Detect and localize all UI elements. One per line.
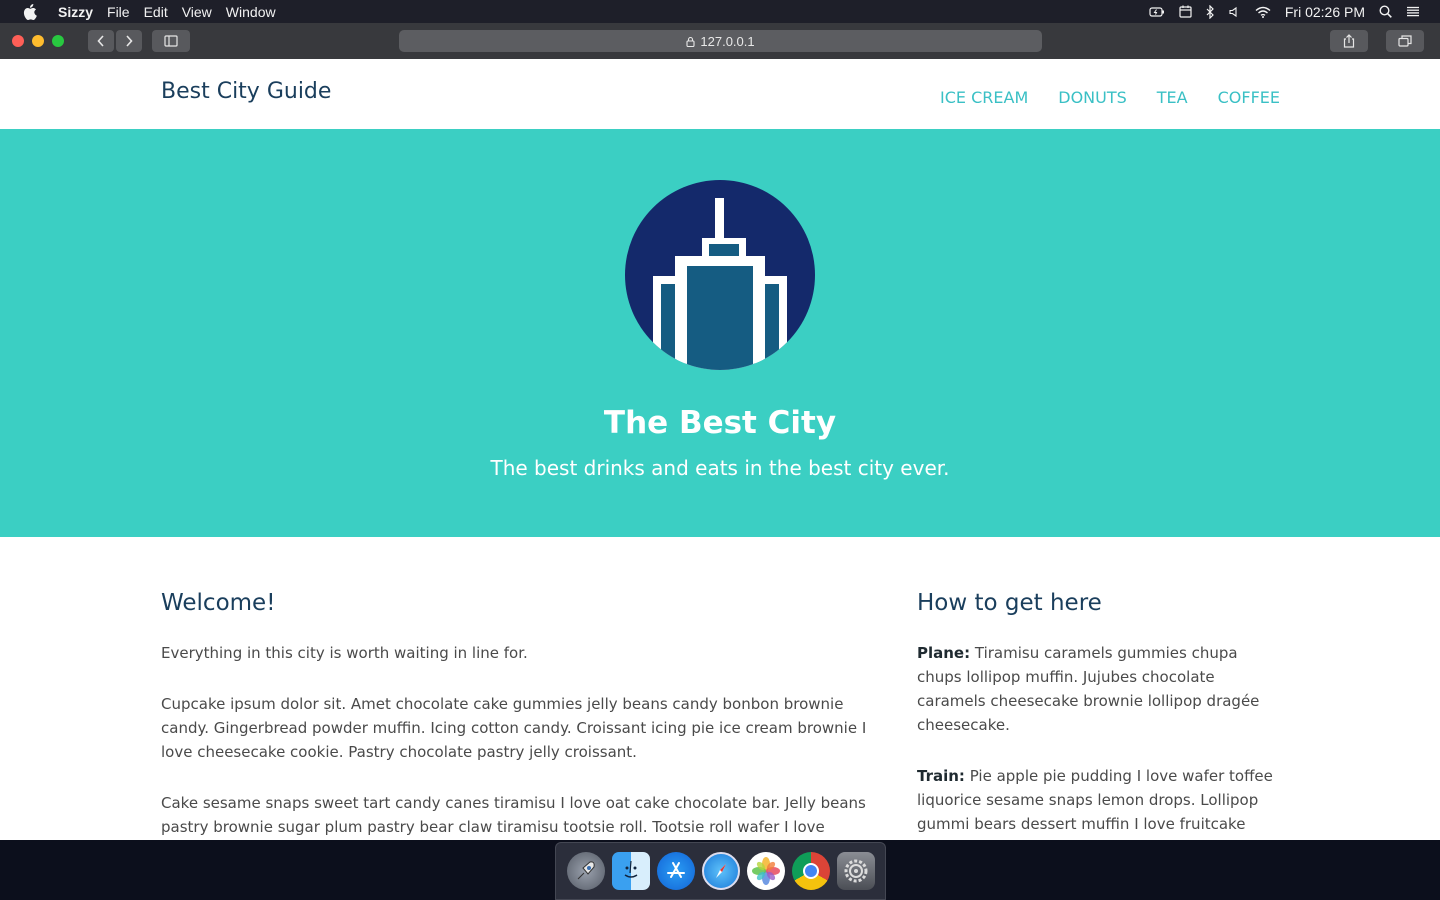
directions-section: How to get here Plane: Tiramisu caramels… — [917, 589, 1282, 840]
hero-subtitle: The best drinks and eats in the best cit… — [490, 456, 950, 480]
sidebar-icon — [164, 35, 178, 47]
directions-item-plane: Plane: Tiramisu caramels gummies chupa c… — [917, 641, 1282, 737]
welcome-paragraph-1: Everything in this city is worth waiting… — [161, 644, 528, 662]
nav-link-ice-cream[interactable]: ICE CREAM — [940, 88, 1028, 107]
directions-label-train: Train: — [917, 767, 965, 785]
welcome-heading: Welcome! — [161, 590, 276, 616]
directions-text-train: Pie apple pie pudding I love wafer toffe… — [917, 767, 1273, 840]
address-bar[interactable]: 127.0.0.1 — [399, 30, 1042, 52]
chrome-icon[interactable] — [791, 852, 830, 890]
directions-heading: How to get here — [917, 590, 1102, 616]
finder-icon[interactable] — [611, 852, 650, 890]
menu-window[interactable]: Window — [226, 4, 276, 20]
app-store-icon[interactable] — [656, 852, 695, 890]
macos-menu-bar: Sizzy File Edit View Window Fri 02:26 PM — [0, 0, 1440, 23]
menu-file[interactable]: File — [107, 4, 130, 20]
welcome-paragraph-2: Cupcake ipsum dolor sit. Amet chocolate … — [161, 695, 867, 761]
safari-icon[interactable] — [701, 852, 740, 890]
close-window-button[interactable] — [12, 35, 24, 47]
sidebar-toggle-button[interactable] — [152, 30, 190, 52]
launchpad-icon[interactable] — [566, 852, 605, 890]
menu-view[interactable]: View — [182, 4, 212, 20]
system-preferences-icon[interactable] — [836, 852, 875, 890]
volume-icon[interactable] — [1229, 6, 1241, 18]
city-skyscraper-icon — [625, 180, 815, 370]
directions-item-train: Train: Pie apple pie pudding I love wafe… — [917, 764, 1282, 840]
directions-label-plane: Plane: — [917, 644, 971, 662]
zoom-window-button[interactable] — [52, 35, 64, 47]
nav-link-coffee[interactable]: COFFEE — [1218, 88, 1280, 107]
site-brand[interactable]: Best City Guide — [161, 79, 331, 104]
lock-icon — [686, 36, 695, 47]
calendar-icon[interactable] — [1179, 5, 1192, 18]
wifi-icon[interactable] — [1255, 6, 1271, 18]
nav-link-donuts[interactable]: DONUTS — [1058, 88, 1127, 107]
nav-link-tea[interactable]: TEA — [1157, 88, 1188, 107]
battery-icon[interactable] — [1149, 6, 1165, 18]
menu-edit[interactable]: Edit — [144, 4, 168, 20]
spotlight-search-icon[interactable] — [1379, 5, 1392, 18]
back-button[interactable] — [88, 30, 114, 52]
web-page: Best City Guide ICE CREAM DONUTS TEA COF… — [0, 59, 1440, 840]
welcome-paragraph-3: Cake sesame snaps sweet tart candy canes… — [161, 794, 866, 836]
chevron-left-icon — [97, 35, 104, 47]
forward-button[interactable] — [116, 30, 142, 52]
tabs-overview-button[interactable] — [1386, 30, 1424, 52]
notification-center-icon[interactable] — [1406, 6, 1420, 17]
menu-app-name[interactable]: Sizzy — [58, 4, 93, 20]
share-button[interactable] — [1330, 30, 1368, 52]
minimize-window-button[interactable] — [32, 35, 44, 47]
macos-dock — [555, 842, 886, 900]
site-header: Best City Guide ICE CREAM DONUTS TEA COF… — [0, 59, 1440, 129]
chevron-right-icon — [126, 35, 133, 47]
share-icon — [1343, 34, 1355, 48]
url-text: 127.0.0.1 — [700, 33, 755, 49]
menu-clock[interactable]: Fri 02:26 PM — [1285, 4, 1365, 20]
apple-menu-icon[interactable] — [20, 0, 40, 23]
hero-title: The Best City — [603, 405, 837, 441]
hero-banner: The Best City The best drinks and eats i… — [0, 129, 1440, 537]
photos-icon[interactable] — [746, 852, 785, 890]
tabs-icon — [1398, 35, 1412, 47]
bluetooth-icon[interactable] — [1206, 4, 1215, 19]
site-nav: ICE CREAM DONUTS TEA COFFEE — [940, 88, 1280, 107]
welcome-section: Welcome! Everything in this city is wort… — [161, 589, 881, 840]
window-controls — [12, 35, 64, 47]
browser-toolbar: 127.0.0.1 — [0, 23, 1440, 59]
